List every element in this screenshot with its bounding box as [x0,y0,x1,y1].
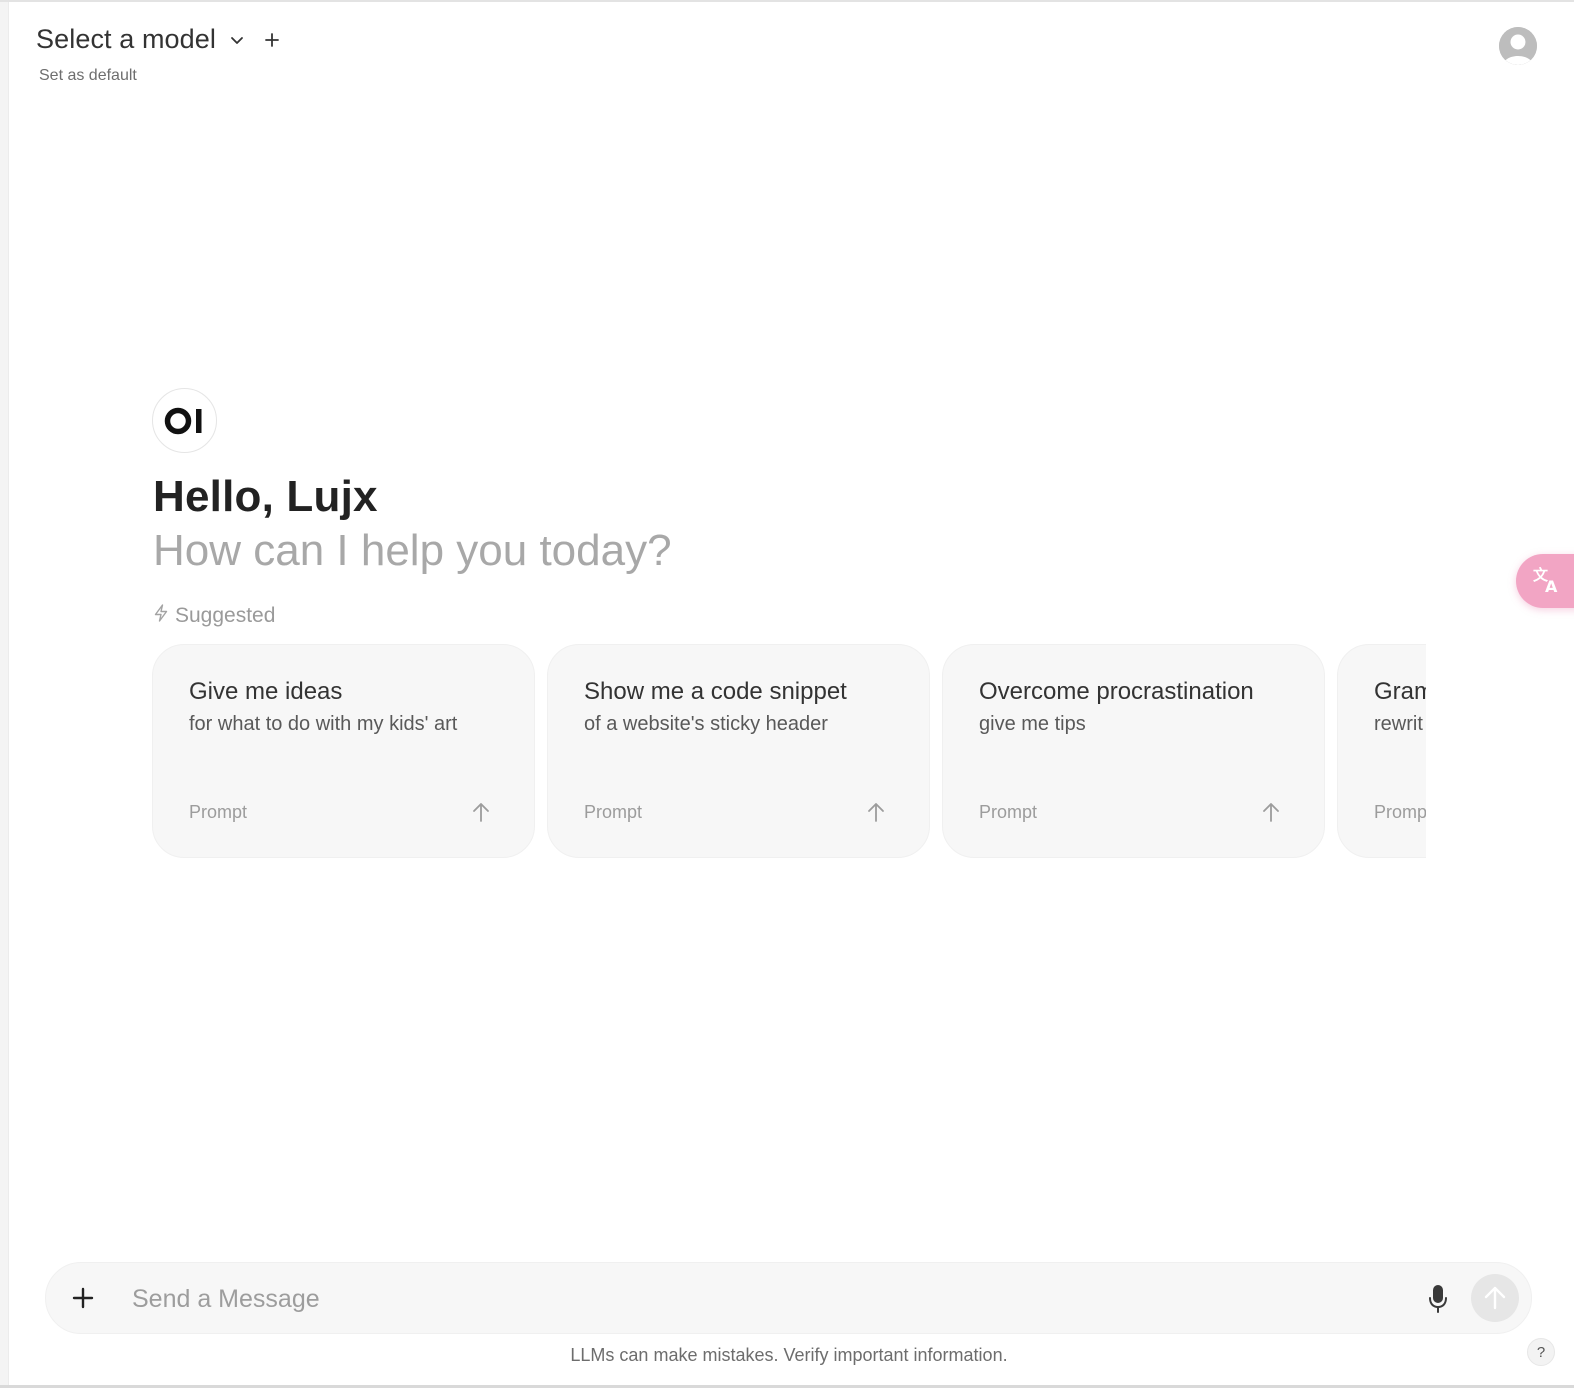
send-icon [1484,1286,1506,1310]
suggestions-carousel[interactable]: Give me ideas for what to do with my kid… [152,644,1426,860]
greeting-subtitle: How can I help you today? [153,526,672,575]
suggestion-type: Prompt [189,802,248,822]
send-button[interactable] [1471,1274,1519,1322]
bolt-icon [153,604,169,628]
user-avatar-icon[interactable] [1499,27,1537,65]
suggestion-type: Prompt [979,802,1038,822]
message-composer [45,1262,1532,1334]
open-webui-logo-icon [164,407,201,434]
suggestion-title: Overcome procrastination [979,678,1254,705]
translate-button[interactable]: 文 A [1516,554,1574,608]
add-model-button[interactable] [262,30,282,50]
translate-icon: 文 A [1532,564,1562,599]
suggestion-card[interactable]: Show me a code snippet of a website's st… [547,644,930,858]
suggestion-card[interactable]: Overcome procrastination give me tips Pr… [942,644,1325,858]
suggestion-subtitle: give me tips [979,713,1086,735]
arrow-up-icon[interactable] [470,800,492,824]
chevron-down-icon[interactable] [226,29,248,51]
arrow-up-icon[interactable] [865,800,887,824]
svg-text:A: A [1545,577,1558,594]
suggestion-type: Prompt [584,802,643,822]
help-icon[interactable]: ? [1527,1338,1555,1366]
suggestion-card[interactable]: Give me ideas for what to do with my kid… [152,644,535,858]
app-logo [152,388,217,453]
suggestion-card[interactable]: Gram rewrit Promp [1337,644,1426,858]
arrow-up-icon[interactable] [1260,800,1282,824]
disclaimer-text: LLMs can make mistakes. Verify important… [570,1345,1008,1365]
suggestion-subtitle: of a website's sticky header [584,713,828,735]
sidebar-edge[interactable] [0,2,9,1385]
model-selector-label[interactable]: Select a model [36,24,216,55]
suggestion-subtitle: for what to do with my kids' art [189,713,458,735]
set-as-default-link[interactable]: Set as default [39,67,137,85]
suggestion-type: Promp [1374,802,1426,822]
greeting-title: Hello, Lujx [153,472,378,521]
suggestion-subtitle: rewrit [1374,713,1423,735]
suggested-heading: Suggested [153,604,275,628]
message-input[interactable] [132,1277,1412,1321]
suggestion-title: Give me ideas [189,678,343,705]
microphone-icon[interactable] [1424,1283,1452,1315]
suggested-label: Suggested [175,604,276,627]
suggestion-title: Gram [1374,678,1426,705]
suggestion-title: Show me a code snippet [584,678,847,705]
model-selector[interactable]: Select a model [36,24,282,55]
attach-plus-icon[interactable] [68,1283,98,1313]
